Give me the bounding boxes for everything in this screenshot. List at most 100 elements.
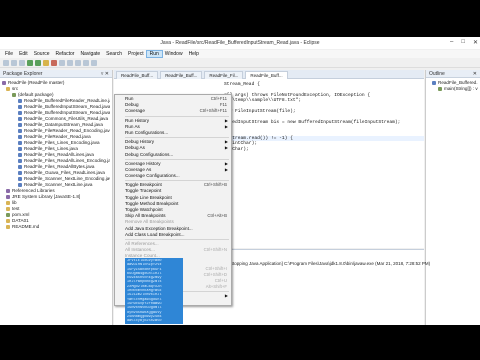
outline-item-label: ReadFile_Buffered... — [438, 80, 478, 85]
toolbar — [0, 58, 480, 68]
folder-icon — [6, 200, 10, 205]
window-controls: – □ ✕ — [450, 39, 478, 46]
java-file-icon — [18, 170, 22, 175]
package-icon — [12, 92, 16, 97]
code-line: feredInputStream bis = new BufferedInput… — [224, 119, 401, 125]
close-icon[interactable]: ✕ — [473, 39, 478, 46]
run-menu-item[interactable]: Debug Configurations... — [115, 152, 231, 158]
external-tools-icon[interactable] — [51, 59, 57, 66]
java-file-icon — [18, 122, 22, 127]
menu-run[interactable]: Run — [145, 50, 163, 58]
project-icon — [2, 80, 6, 85]
tree-item-label: ReadFile_Files_Lines_Encoding.java — [24, 140, 100, 145]
menu-edit[interactable]: Edit — [16, 51, 31, 57]
outline-item-label: main(String[]) : void — [444, 86, 478, 91]
tree-item-label: ReadFile_Files_ReadAllBytes.java — [24, 164, 95, 169]
run-icon[interactable] — [35, 59, 41, 66]
java-file-icon — [18, 152, 22, 157]
code-editor[interactable]: Stream_Read { g[] args) throws FileNotFo… — [224, 82, 424, 152]
outline-view: Outline ✕ ReadFile_Buffered... main(Strin… — [425, 70, 480, 325]
menu-separator — [125, 180, 229, 182]
outline-item[interactable]: main(String[]) : void — [428, 86, 478, 92]
menu-bar: File Edit Source Refactor Navigate Search Proj… — [0, 50, 480, 58]
run-menu-item[interactable]: Run Configurations... — [115, 130, 231, 136]
shortcut-label: Ctrl+Shift+F11 — [199, 108, 227, 114]
submenu-arrow-icon: ▶ — [224, 293, 228, 299]
search-icon[interactable] — [91, 59, 97, 66]
title-bar: Java - ReadFile/src/ReadFile_BufferedInp… — [0, 37, 480, 49]
menu-help[interactable]: Help — [186, 51, 202, 57]
run-menu-item[interactable]: Coverage Configurations... — [115, 173, 231, 179]
java-file-icon — [18, 164, 22, 169]
new-icon[interactable] — [3, 59, 9, 66]
outline-close-icon[interactable]: ✕ — [473, 71, 477, 77]
selected-text-line: aW5lcyBjb250ZW50 — [127, 319, 162, 324]
tree-item-label: README.md — [12, 224, 40, 229]
menu-search[interactable]: Search — [103, 51, 125, 57]
java-file-icon — [18, 128, 22, 133]
java-file-icon — [18, 140, 22, 145]
menu-project[interactable]: Project — [125, 51, 147, 57]
debug-icon[interactable] — [27, 59, 33, 66]
menu-refactor[interactable]: Refactor — [53, 51, 78, 57]
window-title: Java - ReadFile/src/ReadFile_BufferedInp… — [160, 40, 320, 46]
menu-navigate[interactable]: Navigate — [77, 51, 103, 57]
tree-item-label: ReadFile (ReadFile master) — [8, 80, 65, 85]
java-file-icon — [18, 134, 22, 139]
menu-separator — [125, 115, 229, 117]
menu-window[interactable]: Window — [162, 51, 186, 57]
tree-item-label: src — [12, 86, 19, 91]
run-menu-item-label: Debug Configurations... — [125, 151, 174, 157]
java-file-icon — [18, 146, 22, 151]
menu-source[interactable]: Source — [31, 51, 53, 57]
tree-item-label: (default package) — [18, 92, 54, 97]
new-java-project-icon[interactable] — [59, 59, 65, 66]
coverage-icon[interactable] — [43, 59, 49, 66]
new-class-icon[interactable] — [75, 59, 81, 66]
java-file-icon — [18, 104, 22, 109]
run-menu-item[interactable]: Coverage Ctrl+Shift+F11 — [115, 108, 231, 114]
java-file-icon — [18, 116, 22, 121]
maximize-icon[interactable]: □ — [461, 39, 465, 46]
open-type-icon[interactable] — [83, 59, 89, 66]
tree-item[interactable]: README.md — [2, 224, 110, 230]
tree-item-label: ReadFile_Commons_FileUtils_Read.java — [24, 116, 108, 121]
menu-separator — [125, 238, 229, 240]
file-icon — [6, 218, 10, 223]
library-icon — [6, 194, 10, 199]
view-menu-icon[interactable]: ▿ ✕ — [101, 71, 109, 77]
package-explorer-title: Package Explorer — [3, 71, 43, 77]
print-icon[interactable] — [19, 59, 25, 66]
editor-tab[interactable]: ReadFile_Buff... — [245, 71, 288, 79]
java-file-icon — [18, 110, 22, 115]
minimize-icon[interactable]: – — [450, 39, 453, 46]
tree-item-label: ReadFile_Files_ReadAllLines.java — [24, 152, 94, 157]
tree-item-label: ReadFile_Scanner_NextLine_Encoding.java — [24, 176, 110, 181]
outline-header: Outline ✕ — [426, 70, 480, 78]
run-menu-item-label: Add Class Load Breakpoint... — [125, 231, 185, 237]
tree-item-label: ReadFile_Scanner_NextLine.java — [24, 182, 93, 187]
java-file-icon — [18, 176, 22, 181]
java-file-icon — [18, 158, 22, 163]
save-icon[interactable] — [11, 59, 17, 66]
editor-tab[interactable]: ReadFile_Fil... — [204, 71, 244, 79]
menu-file[interactable]: File — [2, 51, 16, 57]
eclipse-window: Java - ReadFile/src/ReadFile_BufferedInp… — [0, 37, 480, 325]
tree-item-label: test — [12, 206, 20, 211]
tree-item-label: ReadFile_Files_Lines.java — [24, 146, 78, 151]
editor-tab[interactable]: ReadFile_Buff... — [116, 71, 159, 79]
xml-file-icon — [6, 212, 10, 217]
tree-item-label: ReadFile_Files_ReadAllLines_Encoding.jav… — [24, 158, 110, 163]
new-package-icon[interactable] — [67, 59, 73, 66]
tree-item-label: pom.xml — [12, 212, 30, 217]
run-menu-item[interactable]: Add Class Load Breakpoint... — [115, 232, 231, 238]
menu-separator — [125, 158, 229, 160]
library-icon — [6, 188, 10, 193]
tree-item-label: ReadFile_DataInputStream_Read.java — [24, 122, 103, 127]
tree-item-label: lib — [12, 200, 17, 205]
editor-tab[interactable]: ReadFile_Buff... — [160, 71, 203, 79]
tree-item-label: DATA01 — [12, 218, 29, 223]
file-icon — [6, 224, 10, 229]
class-icon — [432, 80, 436, 85]
tree-item-label: JRE System Library [JavaSE-1.8] — [12, 194, 81, 199]
